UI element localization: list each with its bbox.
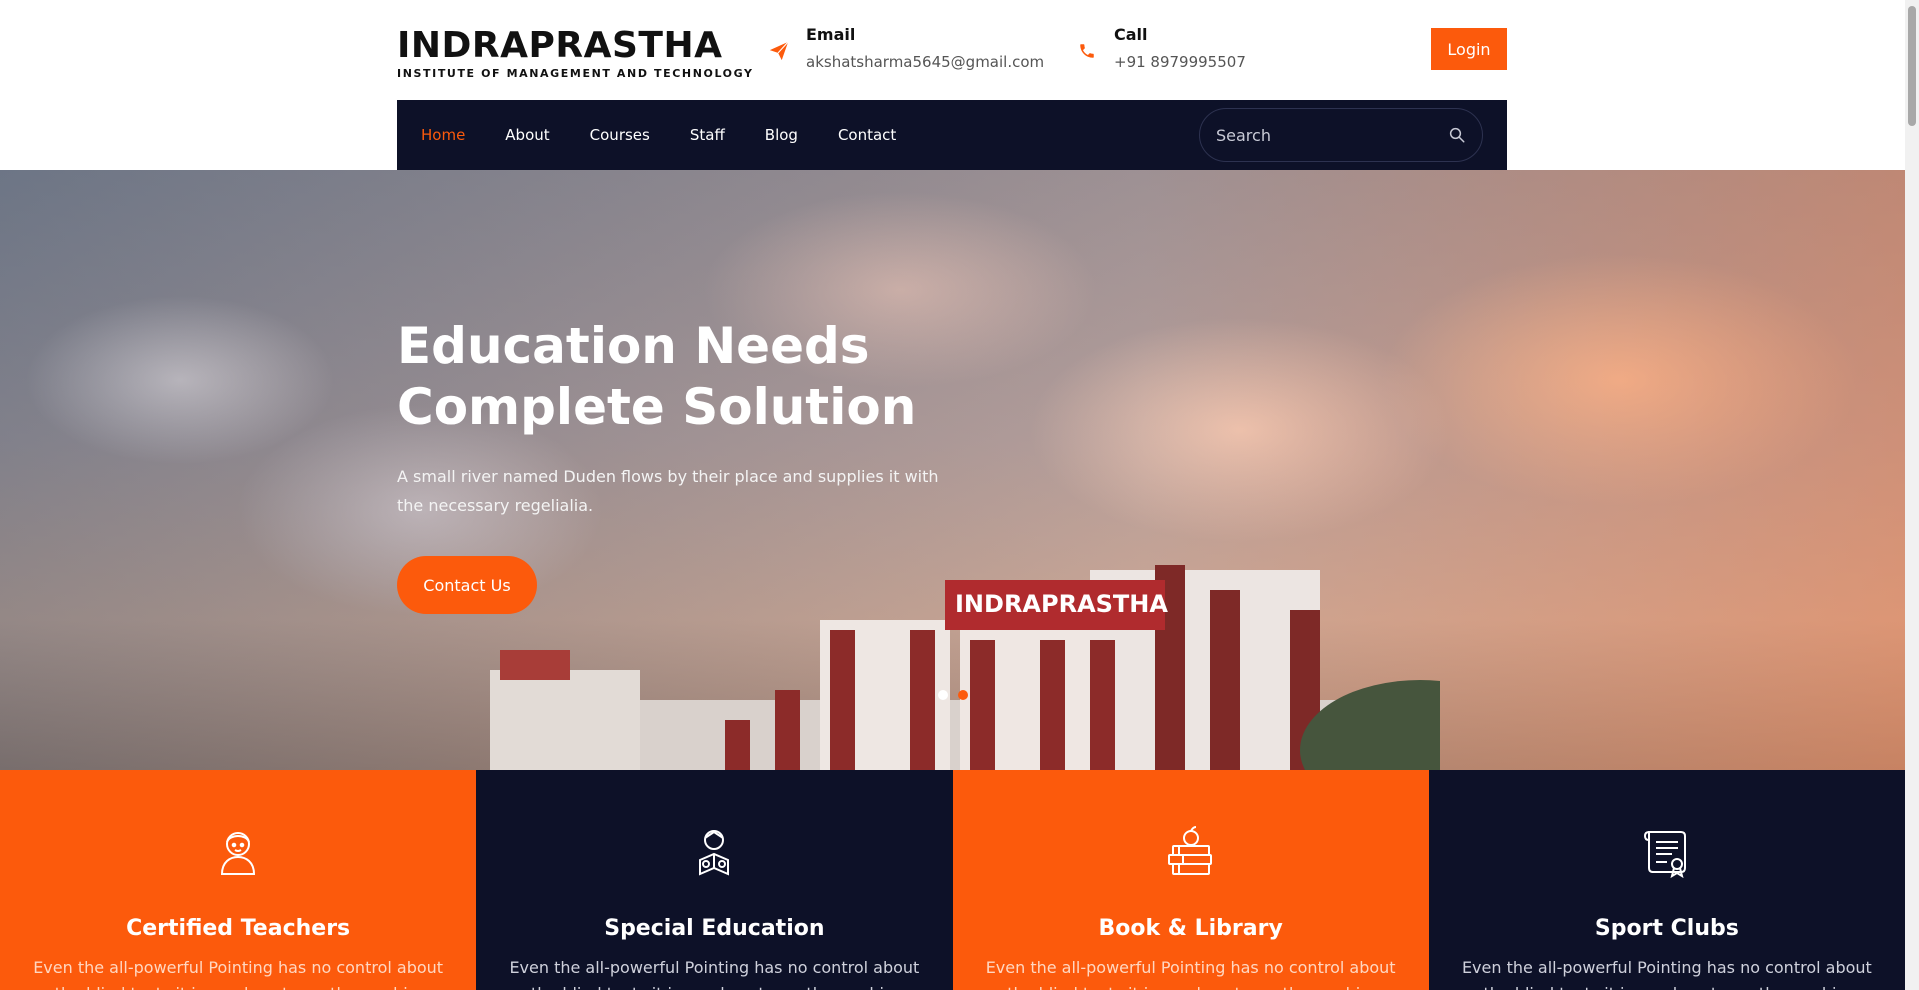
feature-text: Even the all-powerful Pointing has no co… <box>33 958 444 990</box>
nav-item-courses[interactable]: Courses <box>590 126 650 144</box>
feature-card-book-library[interactable]: Book & Library Even the all-powerful Poi… <box>952 770 1429 990</box>
brand-title: INDRAPRASTHA <box>397 25 723 66</box>
hero-description: A small river named Duden flows by their… <box>397 467 939 515</box>
feature-card-certified-teachers[interactable]: Certified Teachers Even the all-powerful… <box>0 770 477 990</box>
feature-text: Even the all-powerful Pointing has no co… <box>985 958 1396 990</box>
hero-sign-text: INDRAPRASTHA <box>955 590 1168 618</box>
site-header: INDRAPRASTHA INSTITUTE OF MANAGEMENT AND… <box>0 0 1905 100</box>
brand-subtitle: INSTITUTE OF MANAGEMENT AND TECHNOLOGY <box>397 67 754 80</box>
email-label: Email <box>806 25 856 44</box>
contact-us-button[interactable]: Contact Us <box>397 556 537 614</box>
feature-text: Even the all-powerful Pointing has no co… <box>1461 958 1872 990</box>
certificate-scroll-icon <box>1643 831 1686 879</box>
hero-content: Education Needs Complete Solution A smal… <box>397 316 957 614</box>
brand-logo[interactable]: INDRAPRASTHA INSTITUTE OF MANAGEMENT AND… <box>397 25 777 81</box>
feature-text: Even the all-powerful Pointing has no co… <box>509 958 920 990</box>
main-nav: Home About Courses Staff Blog Contact <box>397 100 1507 170</box>
call-label: Call <box>1114 25 1148 44</box>
slider-dot-2[interactable] <box>958 690 968 700</box>
student-book-icon <box>699 830 730 876</box>
call-value[interactable]: +91 8979995507 <box>1114 52 1246 72</box>
hero-title-line2: Complete Solution <box>397 378 917 436</box>
contact-email: Email akshatsharma5645@gmail.com <box>766 24 1044 72</box>
phone-icon <box>1074 38 1100 64</box>
search-box <box>1199 108 1483 162</box>
slider-dots <box>938 690 968 700</box>
paper-plane-icon <box>766 38 792 64</box>
nav-item-staff[interactable]: Staff <box>690 126 725 144</box>
feature-title: Certified Teachers <box>126 916 351 941</box>
scrollbar-thumb[interactable] <box>1908 6 1916 126</box>
nav-item-home[interactable]: Home <box>421 126 465 144</box>
contact-call: Call +91 8979995507 <box>1074 24 1246 72</box>
teacher-icon <box>221 832 256 875</box>
nav-item-about[interactable]: About <box>505 126 549 144</box>
email-value[interactable]: akshatsharma5645@gmail.com <box>806 52 1044 72</box>
nav-item-contact[interactable]: Contact <box>838 126 896 144</box>
nav-item-blog[interactable]: Blog <box>765 126 798 144</box>
features-row: Certified Teachers Even the all-powerful… <box>0 770 1905 990</box>
feature-title: Special Education <box>604 916 825 941</box>
books-apple-icon <box>1167 826 1212 875</box>
feature-card-special-education[interactable]: Special Education Even the all-powerful … <box>476 770 953 990</box>
search-icon[interactable] <box>1448 126 1466 144</box>
page-scrollbar[interactable] <box>1905 0 1919 990</box>
search-input[interactable] <box>1216 125 1448 145</box>
feature-title: Sport Clubs <box>1594 916 1739 941</box>
feature-title: Book & Library <box>1098 916 1283 941</box>
login-button[interactable]: Login <box>1431 28 1507 70</box>
feature-card-sport-clubs[interactable]: Sport Clubs Even the all-powerful Pointi… <box>1428 770 1905 990</box>
slider-dot-1[interactable] <box>938 690 948 700</box>
hero-slider: INDRAPRASTHA Education Needs Complete So… <box>0 170 1905 770</box>
hero-title-line1: Education Needs <box>397 317 870 375</box>
hero-title: Education Needs Complete Solution <box>397 316 957 438</box>
